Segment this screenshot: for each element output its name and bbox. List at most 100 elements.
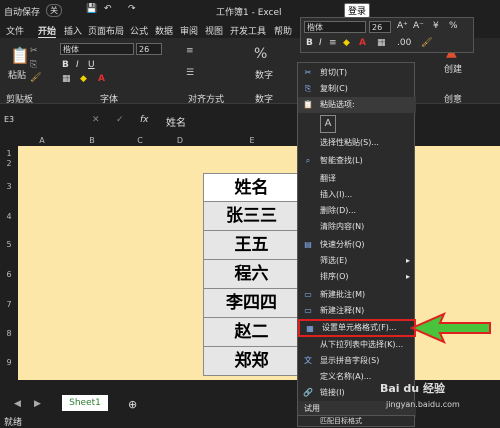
underline-button[interactable]: U — [88, 60, 95, 70]
create-button[interactable]: 创建 — [444, 62, 462, 75]
name-box[interactable]: E3 — [2, 114, 60, 126]
cell-e5[interactable]: 王五 — [203, 231, 299, 260]
row-header-2[interactable]: 2 — [0, 159, 18, 168]
mini-bold-button[interactable]: B — [306, 38, 313, 48]
row-header-6[interactable]: 6 — [0, 270, 18, 279]
prev-sheet-icon[interactable]: ◀ — [14, 399, 21, 409]
row-header-8[interactable]: 8 — [0, 329, 18, 338]
tab-review[interactable]: 审阅 — [180, 24, 198, 37]
mini-format-painter-icon[interactable]: 🖌 — [421, 38, 432, 48]
font-size-select[interactable]: 26 — [136, 43, 162, 55]
percent-style-icon[interactable]: % — [449, 21, 458, 31]
bold-button[interactable]: B — [62, 60, 69, 70]
cell-e8[interactable]: 赵二 — [203, 318, 299, 347]
add-sheet-icon[interactable]: ⊕ — [128, 398, 137, 411]
number-format-button[interactable]: 数字 — [255, 68, 273, 81]
menu-item-clear-contents[interactable]: 清除内容(N) — [298, 219, 416, 235]
tab-insert[interactable]: 插入 — [64, 24, 82, 37]
mini-border-icon[interactable]: ▦ — [377, 38, 386, 48]
font-color-icon[interactable]: A — [98, 74, 105, 84]
menu-item-new-comment[interactable]: ▭ 新建批注(M) — [298, 287, 416, 303]
increase-font-icon[interactable]: A⁺ — [397, 21, 408, 31]
save-icon[interactable]: 💾 — [86, 4, 97, 14]
autosave-toggle[interactable]: 关 — [46, 4, 62, 17]
paste-icon[interactable]: 📋 — [10, 46, 30, 65]
border-icon[interactable]: ▦ — [62, 74, 71, 84]
tab-data[interactable]: 数据 — [155, 24, 173, 37]
menu-item-delete[interactable]: 删除(D)... — [298, 203, 416, 219]
tab-file[interactable]: 文件 — [6, 24, 24, 37]
redo-icon[interactable]: ↷ — [128, 4, 136, 14]
cell-e9[interactable]: 郑郑 — [203, 347, 299, 376]
mini-font-size-select[interactable]: 26 — [369, 21, 391, 33]
paste-option-keep-source-icon[interactable]: A — [320, 115, 336, 133]
decrease-font-icon[interactable]: A⁻ — [413, 21, 424, 31]
status-ready: 就绪 — [4, 418, 23, 428]
fill-color-icon[interactable]: ◆ — [80, 74, 87, 84]
tab-view[interactable]: 视图 — [205, 24, 223, 37]
login-button[interactable]: 登录 — [344, 3, 371, 18]
mini-decimal-icon[interactable]: .00 — [397, 38, 411, 48]
italic-button[interactable]: I — [76, 60, 79, 70]
align-top-icon[interactable]: ≡ — [186, 46, 194, 56]
format-painter-icon[interactable]: 🖌 — [30, 73, 41, 83]
align-left-icon[interactable]: ☰ — [186, 68, 194, 78]
tab-home[interactable]: 开始 — [38, 24, 57, 39]
mini-fill-color-icon[interactable]: ◆ — [343, 38, 350, 48]
tab-developer[interactable]: 开发工具 — [230, 24, 266, 37]
mini-font-name-select[interactable]: 楷体 — [304, 21, 366, 33]
tab-page-layout[interactable]: 页面布局 — [88, 24, 124, 37]
watermark-url: jingyan.baidu.com — [386, 400, 460, 409]
menu-item-paste-special[interactable]: 选择性粘贴(S)... — [298, 135, 416, 151]
cancel-icon[interactable]: ✕ — [92, 115, 100, 125]
column-header-c[interactable]: C — [130, 136, 150, 145]
menu-item-smart-lookup[interactable]: ⌕ 智能查找(L) — [298, 153, 416, 169]
enter-icon[interactable]: ✓ — [116, 115, 124, 125]
menu-item-paste-options: 📋 粘贴选项: — [298, 97, 416, 113]
menu-item-show-phonetic[interactable]: 文显示拼音字段(S) — [298, 353, 416, 369]
cell-e7[interactable]: 李四四 — [203, 289, 299, 318]
column-header-e[interactable]: E — [242, 136, 262, 145]
menu-item-filter[interactable]: 筛选(E) ▸ — [298, 253, 416, 269]
row-header-1[interactable]: 1 — [0, 149, 18, 158]
row-header-5[interactable]: 5 — [0, 240, 18, 249]
undo-icon[interactable]: ↶ — [104, 4, 112, 14]
column-header-b[interactable]: B — [82, 136, 102, 145]
next-sheet-icon[interactable]: ▶ — [34, 399, 41, 409]
cell-e3[interactable]: 姓名 — [203, 173, 299, 202]
number-group-label: 数字 — [255, 95, 274, 105]
column-header-a[interactable]: A — [32, 136, 52, 145]
row-header-7[interactable]: 7 — [0, 300, 18, 309]
column-header-d[interactable]: D — [170, 136, 190, 145]
menu-item-quick-analysis[interactable]: ▤ 快速分析(Q) — [298, 237, 416, 253]
menu-item-pick-from-list[interactable]: 从下拉列表中选择(K)... — [298, 337, 416, 353]
menu-item-format-cells[interactable]: ▦ 设置单元格格式(F)... — [298, 319, 416, 337]
mini-italic-button[interactable]: I — [319, 38, 322, 48]
menu-item-sort[interactable]: 排序(O) ▸ — [298, 269, 416, 285]
insert-function-button[interactable]: fx — [140, 115, 149, 125]
cell-e6[interactable]: 程六 — [203, 260, 299, 289]
cut-icon[interactable]: ✂ — [30, 46, 38, 56]
menu-item-copy[interactable]: ⎘ 复制(C) — [298, 81, 416, 97]
row-header-9[interactable]: 9 — [0, 358, 18, 367]
formula-input[interactable]: 姓名 — [166, 114, 186, 129]
sheet-tab-sheet1[interactable]: Sheet1 — [62, 395, 108, 411]
mini-align-icon[interactable]: ≡ — [329, 38, 337, 48]
tab-formulas[interactable]: 公式 — [130, 24, 148, 37]
menu-item-insert[interactable]: 插入(I)... — [298, 187, 416, 203]
menu-item-match-destination[interactable]: 匹配目标格式 — [297, 415, 415, 427]
row-header-3[interactable]: 3 — [0, 182, 18, 191]
paste-button[interactable]: 粘贴 — [8, 68, 26, 81]
menu-item-cut[interactable]: ✂ 剪切(T) — [298, 65, 416, 81]
currency-icon[interactable]: ¥ — [433, 21, 439, 31]
cell-e4[interactable]: 张三三 — [203, 202, 299, 231]
mini-font-color-icon[interactable]: A — [359, 38, 366, 48]
menu-item-translate[interactable]: 翻译 — [298, 171, 416, 187]
row-header-4[interactable]: 4 — [0, 212, 18, 221]
tab-help[interactable]: 帮助 — [274, 24, 292, 37]
font-name-select[interactable]: 楷体 — [60, 43, 134, 55]
clipboard-group-label: 剪贴板 — [6, 95, 34, 105]
menu-item-new-note[interactable]: ▭ 新建注释(N) — [298, 303, 416, 319]
percent-icon[interactable]: % — [254, 46, 267, 62]
copy-icon[interactable]: ⎘ — [30, 60, 37, 70]
